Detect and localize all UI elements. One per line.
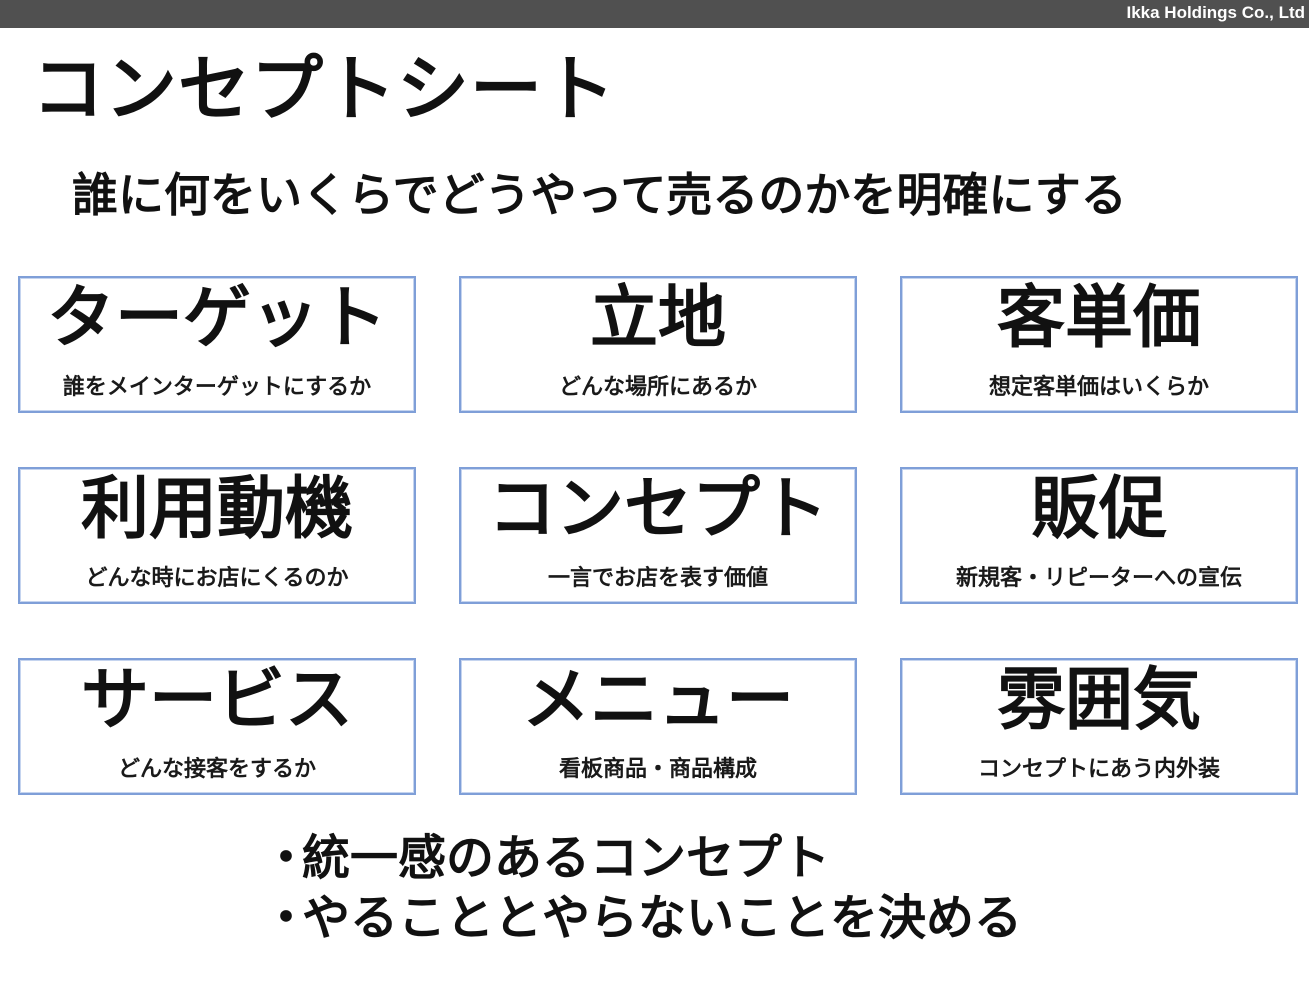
company-name: Ikka Holdings Co., Ltd <box>1126 3 1305 22</box>
concept-grid: ターゲット 誰をメインターゲットにするか 立地 どんな場所にあるか 客単価 想定… <box>18 276 1301 798</box>
page-subtitle: 誰に何をいくらでどうやって売るのかを明確にする <box>72 168 1127 222</box>
card-title: 利用動機 <box>80 470 353 549</box>
card-target: ターゲット 誰をメインターゲットにするか <box>18 276 416 413</box>
card-unit-price: 客単価 想定客単価はいくらか <box>900 276 1298 413</box>
card-description: 誰をメインターゲットにするか <box>62 375 372 400</box>
card-title: コンセプト <box>487 470 828 549</box>
header-bar: Ikka Holdings Co., Ltd <box>0 0 1309 28</box>
card-description: どんな場所にあるか <box>558 375 757 400</box>
bullet-mark: ・ <box>262 830 311 886</box>
card-atmosphere: 雰囲気 コンセプトにあう内外装 <box>900 658 1298 795</box>
card-promotion: 販促 新規客・リピーターへの宣伝 <box>900 467 1298 604</box>
card-title: ターゲット <box>46 279 387 358</box>
card-title: 客単価 <box>996 279 1201 358</box>
card-menu: メニュー 看板商品・商品構成 <box>459 658 857 795</box>
card-description: 看板商品・商品構成 <box>558 757 757 782</box>
bullet-item: ・統一感のあるコンセプト <box>262 828 1022 888</box>
card-location: 立地 どんな場所にあるか <box>459 276 857 413</box>
card-description: コンセプトにあう内外装 <box>977 757 1220 782</box>
bullet-item: ・やることとやらないことを決める <box>262 888 1022 948</box>
card-title: サービス <box>80 661 353 740</box>
card-description: どんな接客をするか <box>117 757 316 782</box>
card-concept: コンセプト 一言でお店を表す価値 <box>459 467 857 604</box>
card-description: 想定客単価はいくらか <box>988 375 1209 400</box>
card-title: 販促 <box>1030 470 1167 549</box>
card-title: メニュー <box>521 661 794 740</box>
page-title: コンセプトシート <box>32 47 617 131</box>
bullet-text: 統一感のあるコンセプト <box>302 830 831 886</box>
bullet-mark: ・ <box>262 890 311 946</box>
card-service: サービス どんな接客をするか <box>18 658 416 795</box>
card-motivation: 利用動機 どんな時にお店にくるのか <box>18 467 416 604</box>
card-description: どんな時にお店にくるのか <box>85 566 349 591</box>
bullet-list: ・統一感のあるコンセプト ・やることとやらないことを決める <box>262 828 1022 948</box>
card-title: 雰囲気 <box>996 661 1201 740</box>
card-title: 立地 <box>589 279 726 358</box>
card-description: 一言でお店を表す価値 <box>547 566 768 591</box>
bullet-text: やることとやらないことを決める <box>302 890 1023 946</box>
card-description: 新規客・リピーターへの宣伝 <box>955 566 1242 591</box>
